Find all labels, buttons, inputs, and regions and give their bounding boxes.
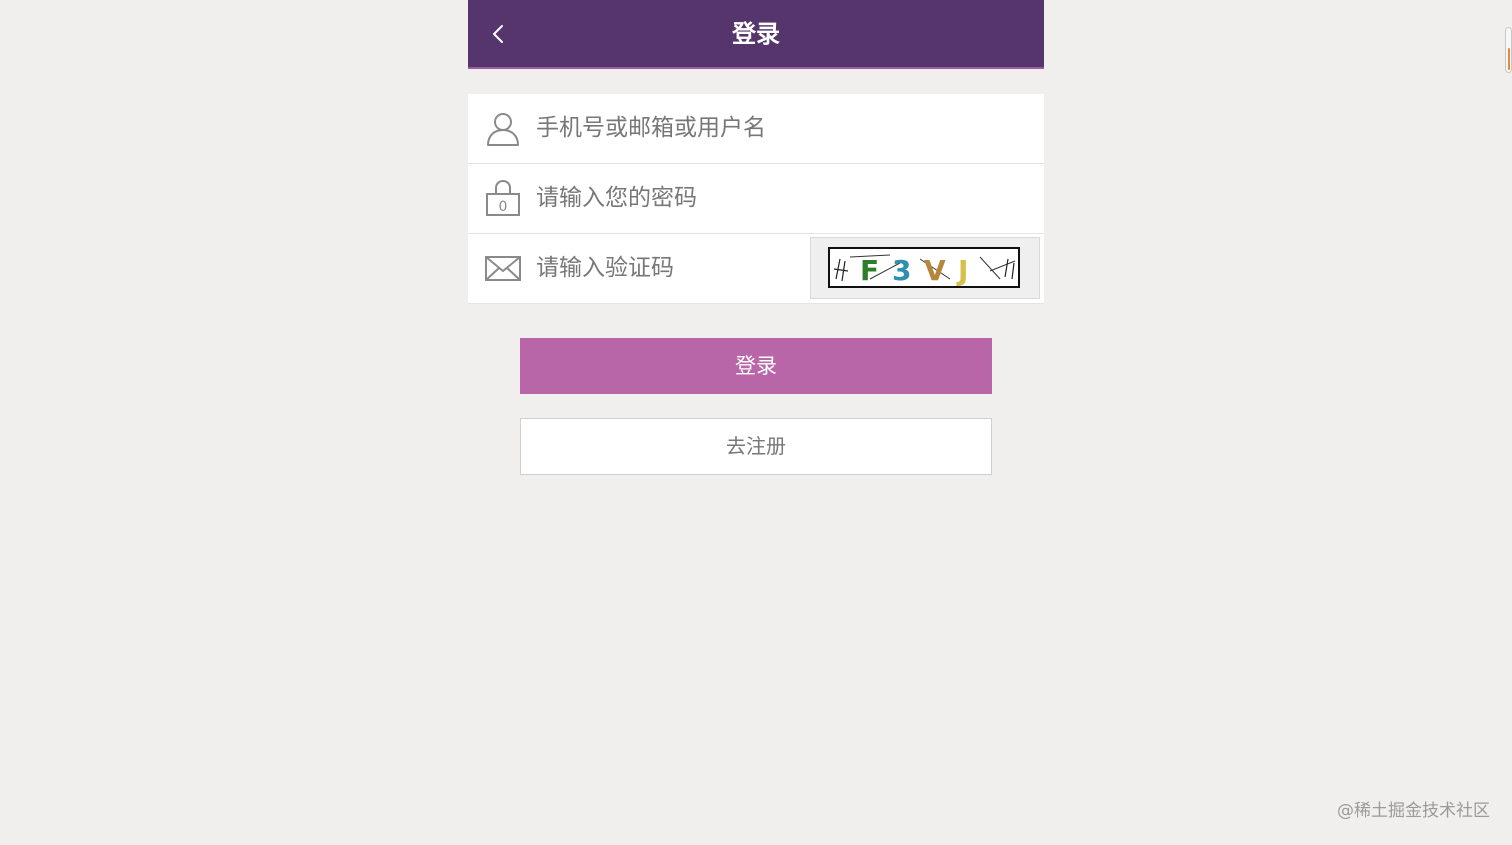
user-icon <box>484 109 522 147</box>
password-row: 0 <box>468 164 1044 234</box>
scrollbar-thumb[interactable] <box>1508 48 1510 70</box>
password-input[interactable] <box>536 178 1016 218</box>
captcha-text: F <box>860 254 879 286</box>
captcha-text: J <box>956 254 968 286</box>
username-row <box>468 94 1044 164</box>
captcha-image[interactable]: F 3 V J <box>828 247 1020 288</box>
captcha-text: V <box>924 254 946 286</box>
captcha-input[interactable] <box>536 248 796 288</box>
login-form: 0 <box>468 94 1044 304</box>
login-button[interactable]: 登录 <box>520 338 992 394</box>
lock-icon: 0 <box>484 179 522 217</box>
scrollbar[interactable] <box>1505 27 1512 73</box>
top-nav-bar: 登录 <box>468 0 1044 69</box>
mobile-viewport: 登录 0 <box>468 0 1044 845</box>
envelope-icon <box>484 249 522 287</box>
captcha-text: 3 <box>892 254 911 286</box>
captcha-refresh[interactable]: F 3 V J <box>810 237 1040 299</box>
page: 登录 0 <box>0 0 1512 845</box>
captcha-row: F 3 V J <box>468 234 1044 304</box>
username-input[interactable] <box>536 108 1016 148</box>
watermark-text: @稀土掘金技术社区 <box>1337 801 1490 821</box>
page-title: 登录 <box>732 20 780 48</box>
svg-text:0: 0 <box>499 199 508 215</box>
register-button[interactable]: 去注册 <box>520 418 992 475</box>
